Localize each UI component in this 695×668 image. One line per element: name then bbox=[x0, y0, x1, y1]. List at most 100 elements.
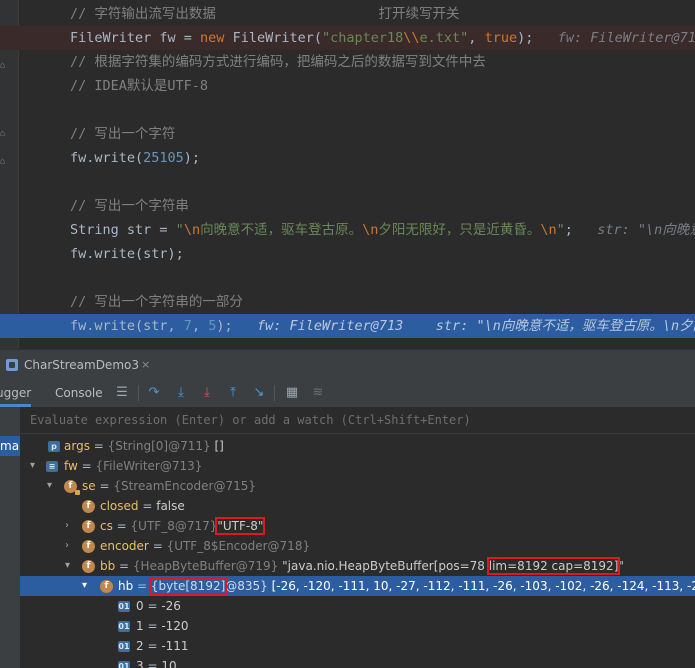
code-line[interactable]: fw.write(str); bbox=[0, 242, 695, 266]
frames-panel-edge bbox=[0, 433, 20, 668]
code-token: e.txt" bbox=[419, 30, 469, 46]
evaluate-expression-input[interactable] bbox=[26, 409, 694, 431]
code-token: ; bbox=[564, 222, 598, 238]
toolbar-separator bbox=[138, 385, 139, 401]
array-element-icon: 01 bbox=[118, 641, 130, 652]
expanded-arrow-icon[interactable]: ▾ bbox=[65, 556, 75, 576]
code-text: FileWriter fw = new FileWriter("chapter1… bbox=[70, 26, 695, 50]
variable-name: closed bbox=[100, 499, 139, 513]
code-line[interactable]: // 写出一个字符串的一部分 bbox=[0, 290, 695, 314]
field-icon: f bbox=[82, 500, 95, 513]
code-token: 25105 bbox=[143, 150, 184, 166]
variable-name: hb bbox=[118, 579, 134, 593]
equals-sign: = bbox=[133, 579, 151, 593]
equals-sign: = bbox=[77, 459, 96, 473]
array-element-row[interactable]: 01 3 = 10 bbox=[20, 656, 695, 668]
element-value: 10 bbox=[161, 659, 177, 668]
code-line[interactable]: fw.write(str, 7, 5); fw: FileWriter@713 … bbox=[0, 314, 695, 338]
equals-sign: = bbox=[138, 499, 157, 513]
code-line[interactable]: // 字符输出流写出数据 打开续写开关 bbox=[0, 2, 695, 26]
code-line[interactable]: // 根据字符集的编码方式进行编码，把编码之后的数据写到文件中去 bbox=[0, 50, 695, 74]
evaluate-bar bbox=[0, 407, 695, 434]
code-token: fw.write(str); bbox=[70, 246, 184, 262]
code-text: String str = "\n向晚意不适，驱车登古原。\n夕阳无限好，只是近黄… bbox=[70, 218, 695, 242]
variable-row[interactable]: ▾ f bb = {HeapByteBuffer@719} "java.nio.… bbox=[20, 556, 695, 576]
code-token: ); bbox=[216, 318, 257, 334]
element-index: 1 bbox=[136, 619, 144, 633]
collapsed-arrow-icon[interactable]: › bbox=[65, 516, 75, 536]
evaluate-icon[interactable]: ▦ bbox=[284, 385, 300, 401]
array-element-row[interactable]: 01 2 = -111 bbox=[20, 636, 695, 656]
equals-sign: = bbox=[89, 439, 108, 453]
code-token: FileWriter( bbox=[232, 30, 322, 46]
variable-type: {StreamEncoder@715} bbox=[113, 479, 256, 493]
code-token: fw.write( bbox=[70, 150, 144, 166]
trace-icon[interactable]: ≋ bbox=[310, 385, 326, 401]
debug-config-icon bbox=[6, 359, 18, 371]
code-token: " bbox=[175, 222, 184, 238]
variable-row[interactable]: f closed = false bbox=[20, 496, 695, 516]
code-line[interactable]: // 写出一个字符 bbox=[0, 122, 695, 146]
force-step-into-icon[interactable]: ⤓ bbox=[199, 385, 215, 401]
element-value: -120 bbox=[161, 619, 189, 633]
code-line[interactable] bbox=[0, 170, 695, 194]
run-config-label: CharStreamDemo3 bbox=[24, 358, 139, 372]
code-text: fw.write(25105); bbox=[70, 146, 200, 170]
code-line[interactable] bbox=[0, 266, 695, 290]
code-token: 夕阳无限好，只是近黄昏。 bbox=[378, 222, 541, 238]
equals-sign: = bbox=[115, 559, 133, 573]
debug-tab-bar: CharStreamDemo3 × bbox=[0, 349, 695, 380]
code-token: ); bbox=[183, 150, 201, 166]
variables-tree[interactable]: p args = {String[0]@711} [] ▾ ≡ fw = {Fi… bbox=[20, 433, 695, 668]
code-line[interactable] bbox=[0, 98, 695, 122]
step-over-icon[interactable]: ↷ bbox=[146, 385, 162, 401]
variable-name: se bbox=[82, 479, 96, 493]
code-line[interactable]: // 写出一个字符串 bbox=[0, 194, 695, 218]
code-text: // 写出一个字符串 bbox=[70, 194, 189, 218]
variable-row[interactable]: ▾ f se = {StreamEncoder@715} bbox=[20, 476, 695, 496]
close-tab-icon[interactable]: × bbox=[141, 350, 150, 380]
debug-toolbar: ugger Console ☰ ↷ ⤓ ⤓ ⤒ ↘ ▦ ≋ bbox=[0, 379, 695, 408]
step-into-icon[interactable]: ⤓ bbox=[173, 385, 189, 401]
run-to-cursor-icon[interactable]: ↘ bbox=[251, 385, 267, 401]
variable-row[interactable]: › f encoder = {UTF_8$Encoder@718} bbox=[20, 536, 695, 556]
frame-item-main[interactable]: main bbox=[0, 436, 20, 456]
code-line[interactable]: String str = "\n向晚意不适，驱车登古原。\n夕阳无限好，只是近黄… bbox=[0, 218, 695, 242]
code-token: // 根据字符集的编码方式进行编码，把编码之后的数据写到文件中去 bbox=[70, 54, 486, 70]
left-strip bbox=[0, 407, 20, 433]
code-token: ); bbox=[517, 30, 558, 46]
variable-row[interactable]: ▾ ≡ fw = {FileWriter@713} bbox=[20, 456, 695, 476]
variable-row[interactable]: p args = {String[0]@711} [] bbox=[20, 436, 695, 456]
variable-value: [] bbox=[210, 439, 224, 453]
tab-console[interactable]: Console bbox=[55, 379, 103, 407]
array-element-icon: 01 bbox=[118, 621, 130, 632]
variable-row-selected[interactable]: ▾ f hb = {byte[8192]@835} [-26, -120, -1… bbox=[20, 576, 695, 596]
run-config-tab[interactable]: CharStreamDemo3 × bbox=[0, 350, 160, 380]
code-text: // 写出一个字符 bbox=[70, 122, 175, 146]
menu-icon[interactable]: ☰ bbox=[114, 385, 130, 401]
variable-name: cs bbox=[100, 519, 113, 533]
code-text: // IDEA默认是UTF-8 bbox=[70, 74, 208, 98]
code-token: FileWriter fw = bbox=[70, 30, 201, 46]
variable-type: {UTF_8@717} bbox=[130, 519, 218, 533]
collapsed-arrow-icon[interactable]: › bbox=[65, 536, 75, 556]
variable-value: " bbox=[618, 559, 624, 573]
expanded-arrow-icon[interactable]: ▾ bbox=[82, 576, 92, 596]
expanded-arrow-icon[interactable]: ▾ bbox=[30, 456, 40, 476]
tab-debugger[interactable]: ugger bbox=[0, 379, 32, 407]
code-line[interactable]: FileWriter fw = new FileWriter("chapter1… bbox=[0, 26, 695, 50]
equals-sign: = bbox=[112, 519, 131, 533]
code-line[interactable]: fw.write(25105); bbox=[0, 146, 695, 170]
array-param-icon: p bbox=[48, 441, 60, 452]
variable-row[interactable]: › f cs = {UTF_8@717}"UTF-8" bbox=[20, 516, 695, 536]
object-var-icon: ≡ bbox=[46, 461, 58, 472]
array-element-icon: 01 bbox=[118, 661, 130, 668]
step-out-icon[interactable]: ⤒ bbox=[225, 385, 241, 401]
code-line[interactable]: // IDEA默认是UTF-8 bbox=[0, 74, 695, 98]
code-editor[interactable]: ⌂ ⌂ ⌂ // 字符输出流写出数据 打开续写开关 FileWriter fw =… bbox=[0, 0, 695, 349]
variable-name: fw bbox=[64, 459, 78, 473]
expanded-arrow-icon[interactable]: ▾ bbox=[47, 476, 57, 496]
array-element-row[interactable]: 01 0 = -26 bbox=[20, 596, 695, 616]
variable-value-highlighted: lim=8192 cap=8192] bbox=[486, 557, 621, 575]
array-element-row[interactable]: 01 1 = -120 bbox=[20, 616, 695, 636]
